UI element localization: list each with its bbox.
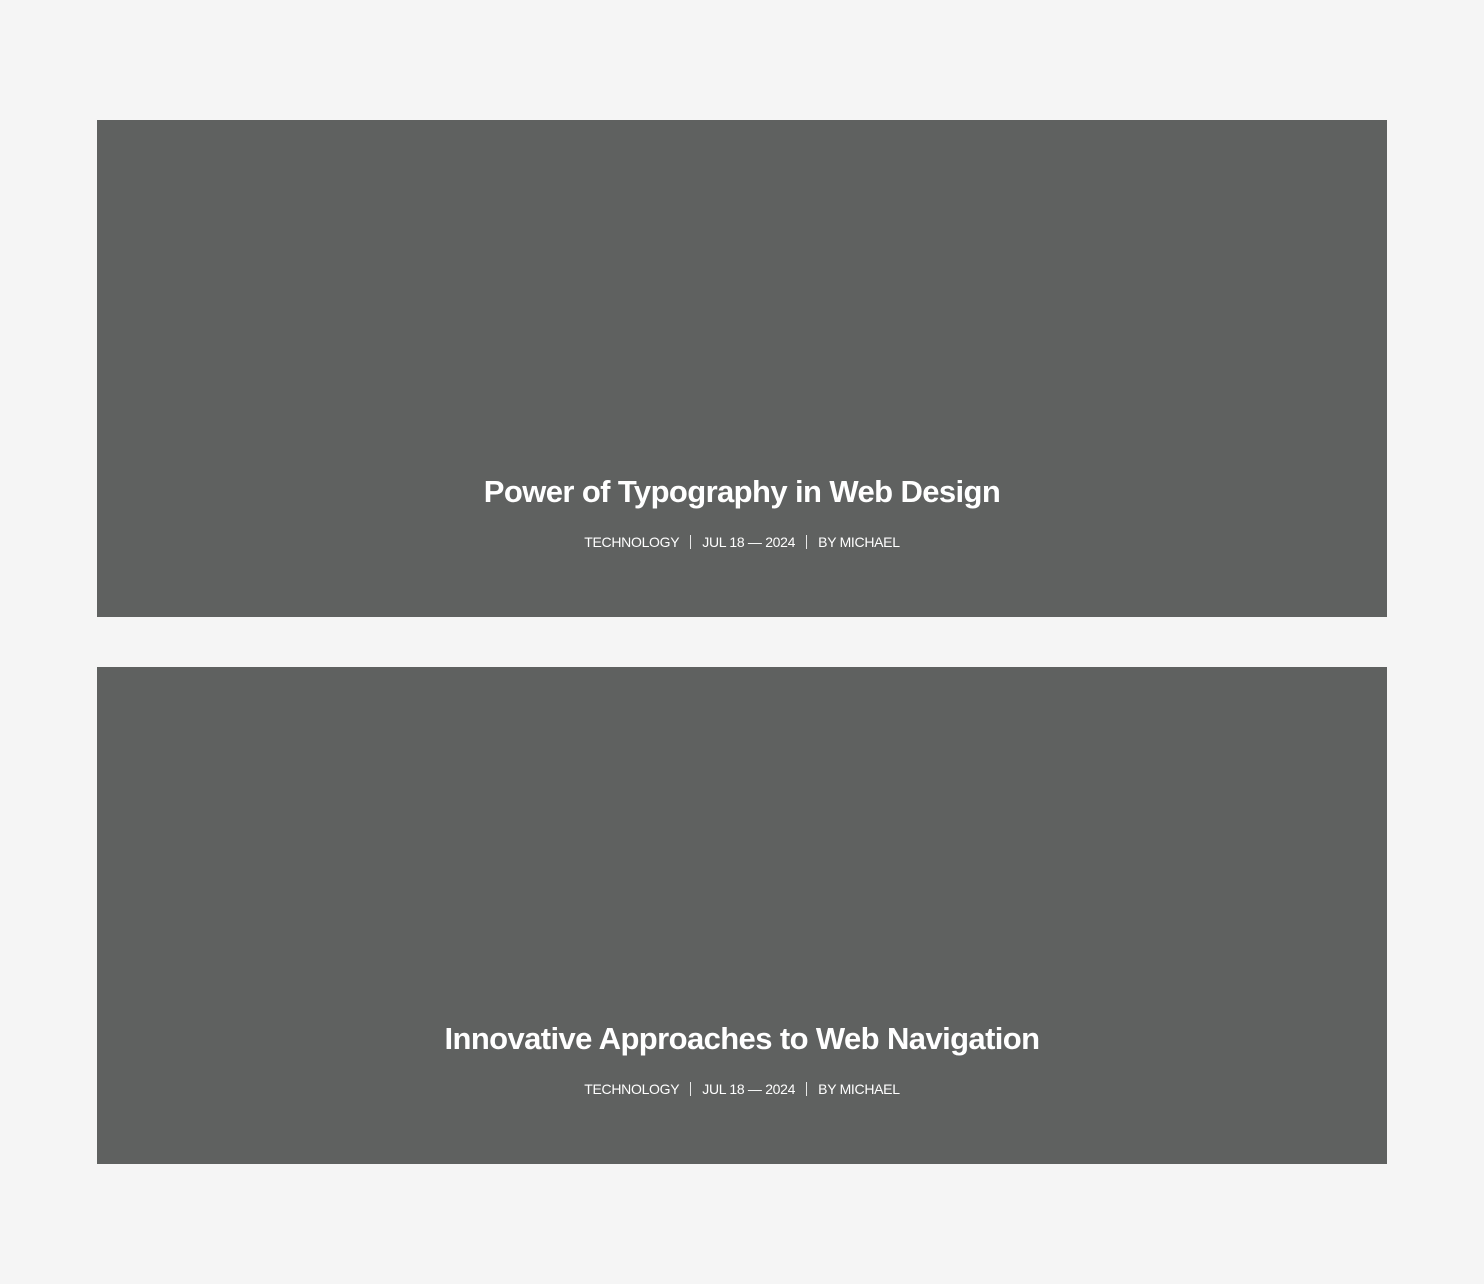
meta-divider [806, 1082, 808, 1096]
meta-divider [806, 535, 808, 549]
post-title[interactable]: Innovative Approaches to Web Navigation [97, 1019, 1387, 1059]
post-author-link[interactable]: BY MICHAEL [818, 533, 900, 551]
post-author-link[interactable]: BY MICHAEL [818, 1080, 900, 1098]
post-card[interactable]: Power of Typography in Web Design TECHNO… [97, 120, 1387, 617]
post-date: JUL 18 — 2024 [702, 534, 796, 550]
post-meta: TECHNOLOGY JUL 18 — 2024 BY MICHAEL [97, 1080, 1387, 1098]
post-category-link[interactable]: TECHNOLOGY [584, 1080, 679, 1098]
post-date: JUL 18 — 2024 [702, 1081, 796, 1097]
post-category-link[interactable]: TECHNOLOGY [584, 533, 679, 551]
meta-divider [690, 1082, 692, 1096]
meta-divider [690, 535, 692, 549]
post-list: Power of Typography in Web Design TECHNO… [0, 0, 1484, 1284]
post-meta: TECHNOLOGY JUL 18 — 2024 BY MICHAEL [97, 533, 1387, 551]
post-card[interactable]: Innovative Approaches to Web Navigation … [97, 667, 1387, 1164]
post-title[interactable]: Power of Typography in Web Design [97, 472, 1387, 512]
